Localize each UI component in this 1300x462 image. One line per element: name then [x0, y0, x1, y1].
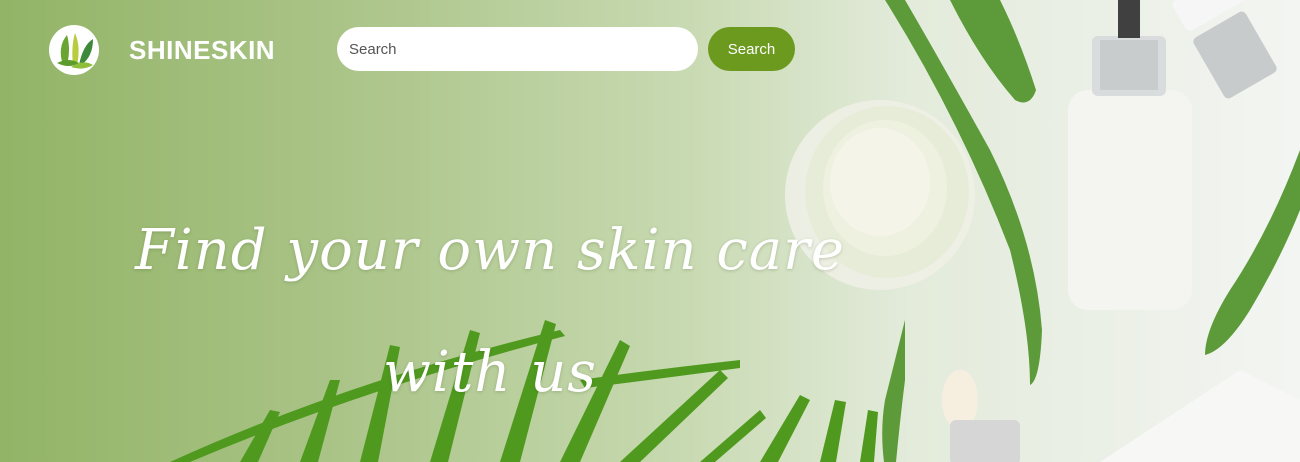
- search-button[interactable]: Search: [708, 27, 795, 71]
- small-dropper: [942, 370, 1020, 462]
- top-navbar: SHINESKIN Search: [0, 0, 1300, 100]
- brand-name[interactable]: SHINESKIN: [129, 33, 275, 67]
- hero-headline: Find your own skin care with us: [134, 218, 846, 405]
- leaf-logo-icon[interactable]: [49, 25, 99, 75]
- search-input[interactable]: [337, 27, 698, 71]
- product-box: [1100, 370, 1300, 462]
